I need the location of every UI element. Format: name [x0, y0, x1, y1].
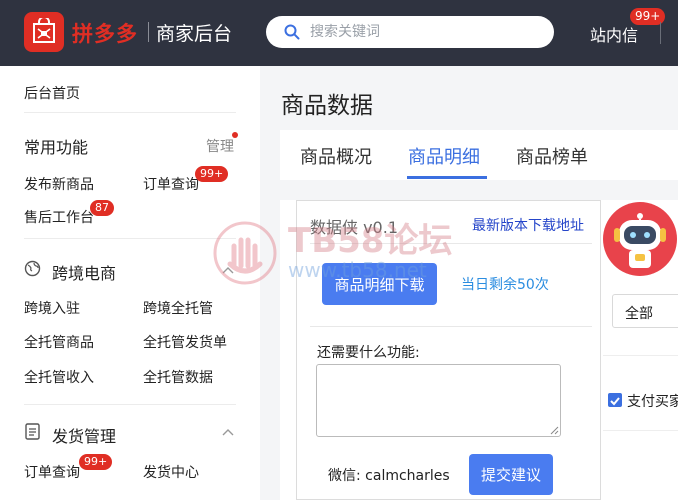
checkmark-icon — [610, 397, 620, 406]
sidebar-item-managed-data[interactable]: 全托管数据 — [143, 367, 213, 387]
globe-icon — [24, 260, 41, 277]
tab-product-ranking[interactable]: 商品榜单 — [516, 143, 588, 169]
sidebar-item-order-query[interactable]: 订单查询 — [143, 174, 199, 194]
sidebar-item-publish-product[interactable]: 发布新商品 — [24, 174, 94, 194]
brand-divider — [148, 22, 149, 42]
feedback-label: 还需要什么功能: — [317, 345, 420, 361]
sidebar-item-managed-income[interactable]: 全托管收入 — [24, 367, 94, 387]
tab-bar: 商品概况 商品明细 商品榜单 — [280, 130, 678, 180]
right-divider — [603, 355, 678, 356]
panel-divider — [310, 243, 592, 244]
tab-product-overview[interactable]: 商品概况 — [300, 143, 372, 169]
sidebar-item-crossborder-join[interactable]: 跨境入驻 — [24, 298, 80, 318]
resize-grip-icon[interactable] — [550, 426, 559, 435]
brand-subtitle: 商家后台 — [156, 23, 233, 45]
sidebar-divider — [24, 404, 236, 405]
messages-link[interactable]: 站内信 — [590, 22, 638, 46]
submit-suggestion-button[interactable]: 提交建议 — [469, 454, 553, 495]
chevron-up-icon[interactable] — [222, 266, 234, 274]
sidebar: 后台首页 常用功能 管理 发布新商品 订单查询 99+ 售后工作台 87 跨境电… — [0, 66, 260, 500]
sidebar-item-managed-shipments[interactable]: 全托管发货单 — [143, 332, 227, 352]
sidebar-item-aftersales[interactable]: 售后工作台 — [24, 207, 94, 227]
shipping-order-badge: 99+ — [79, 454, 113, 470]
paid-buyers-checkbox[interactable] — [608, 393, 622, 407]
wechat-contact: 微信: calmcharles — [328, 468, 450, 484]
search-box[interactable] — [266, 16, 554, 48]
sidebar-item-shipping-center[interactable]: 发货中心 — [143, 462, 199, 482]
data-xia-panel: 数据侠 v0.1 最新版本下载地址 商品明细下载 当日剩余50次 还需要什么功能… — [296, 200, 601, 500]
panel-title: 数据侠 v0.1 — [310, 218, 399, 237]
latest-version-link[interactable]: 最新版本下载地址 — [472, 215, 584, 235]
sidebar-section-shipping[interactable]: 发货管理 — [52, 423, 116, 447]
aftersales-badge: 87 — [90, 200, 114, 216]
top-header: 拼多多 商家后台 站内信 99+ — [0, 0, 678, 66]
order-query-badge: 99+ — [195, 166, 229, 182]
remaining-count: 当日剩余50次 — [461, 277, 549, 293]
search-icon — [284, 24, 300, 40]
document-icon — [25, 423, 40, 440]
manage-link[interactable]: 管理 — [206, 136, 234, 156]
tab-product-detail[interactable]: 商品明细 — [408, 143, 480, 169]
search-input[interactable] — [310, 22, 540, 42]
robot-avatar-icon[interactable] — [603, 202, 677, 276]
manage-dot — [232, 132, 238, 138]
sidebar-item-crossborder-managed[interactable]: 跨境全托管 — [143, 298, 213, 318]
sidebar-divider — [24, 112, 236, 113]
brand-name[interactable]: 拼多多 — [72, 18, 138, 48]
feedback-textarea[interactable] — [316, 364, 561, 437]
active-tab-indicator — [407, 176, 487, 179]
sidebar-divider — [24, 238, 236, 239]
sidebar-item-managed-products[interactable]: 全托管商品 — [24, 332, 94, 352]
right-divider — [603, 430, 678, 431]
sidebar-item-home[interactable]: 后台首页 — [24, 83, 80, 103]
chevron-up-icon[interactable] — [222, 428, 234, 436]
header-divider — [660, 22, 661, 44]
paid-buyers-label[interactable]: 支付买家 — [627, 391, 678, 411]
sidebar-item-shipping-order-query[interactable]: 订单查询 — [24, 462, 80, 482]
panel-divider — [310, 326, 592, 327]
filter-select[interactable]: 全部 — [612, 294, 678, 328]
sidebar-section-crossborder[interactable]: 跨境电商 — [52, 260, 116, 284]
page-title: 商品数据 — [281, 93, 373, 119]
download-detail-button[interactable]: 商品明细下载 — [322, 263, 437, 305]
sidebar-section-common: 常用功能 — [24, 138, 89, 157]
pinduoduo-logo-icon[interactable] — [24, 12, 64, 52]
filter-select-value: 全部 — [625, 306, 653, 322]
